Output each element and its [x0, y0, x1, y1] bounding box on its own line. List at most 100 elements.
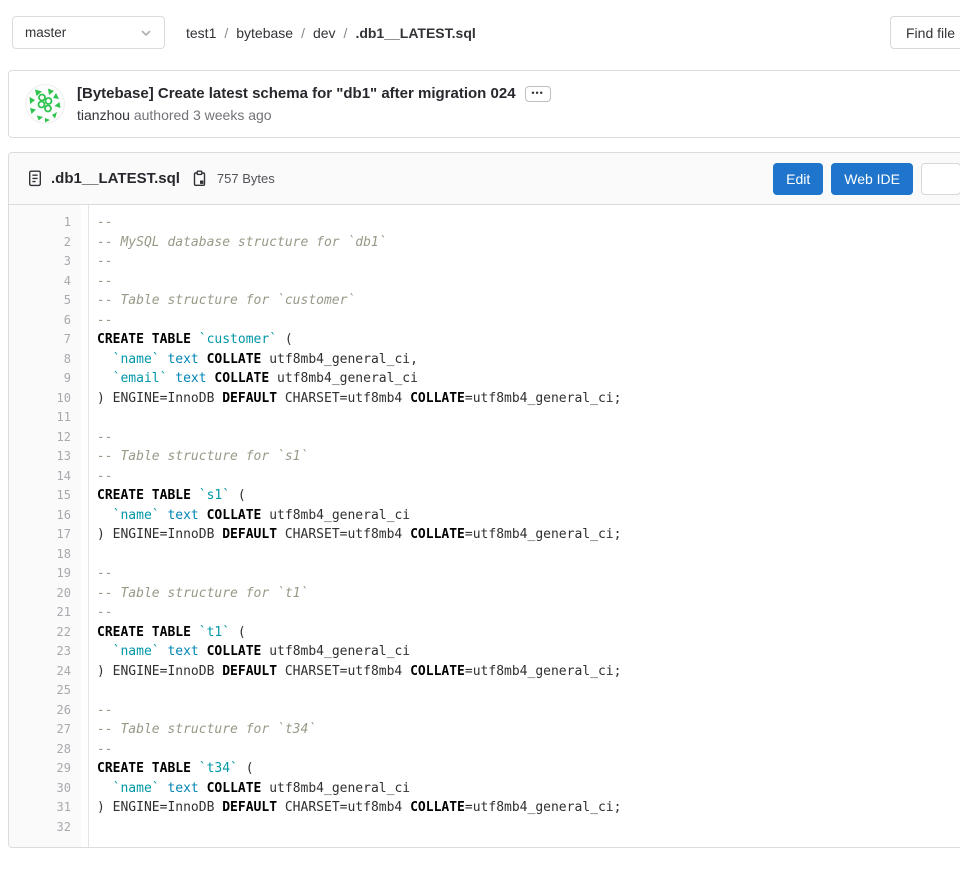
- code-line: `name` text COLLATE utf8mb4_general_ci: [97, 506, 960, 526]
- code-token: CREATE TABLE: [97, 488, 191, 503]
- code-token: (: [277, 332, 293, 347]
- line-number[interactable]: 1: [9, 213, 81, 233]
- code-token: COLLATE: [410, 391, 465, 406]
- code-token: (: [238, 761, 254, 776]
- code-token: `t1`: [199, 625, 230, 640]
- line-number[interactable]: 31: [9, 798, 81, 818]
- line-number[interactable]: 30: [9, 779, 81, 799]
- code-viewer: 1234567891011121314151617181920212223242…: [9, 205, 960, 847]
- line-number[interactable]: 15: [9, 486, 81, 506]
- line-number[interactable]: 8: [9, 350, 81, 370]
- commit-title: [Bytebase] Create latest schema for "db1…: [77, 85, 516, 102]
- line-number[interactable]: 3: [9, 252, 81, 272]
- breadcrumb-separator: /: [301, 25, 305, 41]
- code-line: --: [97, 252, 960, 272]
- code-line: --: [97, 603, 960, 623]
- line-number[interactable]: 5: [9, 291, 81, 311]
- line-number[interactable]: 20: [9, 584, 81, 604]
- code-token: [97, 644, 113, 659]
- code-token: =utf8mb4_general_ci;: [465, 527, 622, 542]
- find-file-button[interactable]: Find file: [890, 16, 960, 49]
- code-line: ) ENGINE=InnoDB DEFAULT CHARSET=utf8mb4 …: [97, 798, 960, 818]
- more-actions-button[interactable]: [921, 163, 960, 195]
- code-token: COLLATE: [207, 644, 262, 659]
- line-number[interactable]: 24: [9, 662, 81, 682]
- code-token: text: [167, 352, 198, 367]
- line-number[interactable]: 9: [9, 369, 81, 389]
- file-size: 757 Bytes: [217, 171, 275, 186]
- line-number[interactable]: 32: [9, 818, 81, 838]
- file-nav-bar: master test1/bytebase/dev/.db1__LATEST.s…: [0, 0, 960, 49]
- code-token: COLLATE: [207, 781, 262, 796]
- code-token: utf8mb4_general_ci: [261, 644, 410, 659]
- commit-authored-text: authored 3 weeks ago: [130, 107, 272, 123]
- commit-meta: tianzhou authored 3 weeks ago: [77, 107, 551, 123]
- line-number[interactable]: 28: [9, 740, 81, 760]
- line-number[interactable]: 29: [9, 759, 81, 779]
- avatar: [25, 84, 65, 124]
- branch-selector[interactable]: master: [12, 16, 165, 49]
- line-number[interactable]: 16: [9, 506, 81, 526]
- code-token: [97, 781, 113, 796]
- code-token: CHARSET=utf8mb4: [277, 800, 410, 815]
- code-token: `name`: [113, 781, 160, 796]
- line-number[interactable]: 25: [9, 681, 81, 701]
- clipboard-icon: [192, 170, 207, 187]
- code-token: --: [97, 469, 113, 484]
- line-number[interactable]: 22: [9, 623, 81, 643]
- line-number[interactable]: 19: [9, 564, 81, 584]
- code-token: utf8mb4_general_ci: [261, 781, 410, 796]
- line-number[interactable]: 14: [9, 467, 81, 487]
- code-token: --: [97, 566, 113, 581]
- code-line: [97, 818, 960, 838]
- breadcrumb-item[interactable]: test1: [186, 25, 216, 41]
- code-token: --: [97, 254, 113, 269]
- commit-author[interactable]: tianzhou: [77, 107, 130, 123]
- edit-button[interactable]: Edit: [773, 163, 823, 195]
- code-token: --: [97, 313, 113, 328]
- breadcrumb-item[interactable]: dev: [313, 25, 336, 41]
- code-token: CREATE TABLE: [97, 625, 191, 640]
- line-number[interactable]: 12: [9, 428, 81, 448]
- line-number[interactable]: 6: [9, 311, 81, 331]
- code-line: `name` text COLLATE utf8mb4_general_ci,: [97, 350, 960, 370]
- code-token: CREATE TABLE: [97, 332, 191, 347]
- code-token: COLLATE: [410, 664, 465, 679]
- code-line: ) ENGINE=InnoDB DEFAULT CHARSET=utf8mb4 …: [97, 662, 960, 682]
- code-token: CHARSET=utf8mb4: [277, 391, 410, 406]
- commit-expander-button[interactable]: •••: [525, 86, 551, 102]
- code-token: [199, 781, 207, 796]
- code-token: ) ENGINE=InnoDB: [97, 664, 222, 679]
- line-number[interactable]: 2: [9, 233, 81, 253]
- code-line: --: [97, 467, 960, 487]
- breadcrumb-item[interactable]: bytebase: [236, 25, 293, 41]
- last-commit-box: [Bytebase] Create latest schema for "db1…: [8, 70, 960, 138]
- code-token: [191, 625, 199, 640]
- line-number[interactable]: 17: [9, 525, 81, 545]
- line-number[interactable]: 11: [9, 408, 81, 428]
- document-icon: [27, 170, 43, 187]
- code-token: utf8mb4_general_ci,: [261, 352, 418, 367]
- breadcrumb-separator: /: [344, 25, 348, 41]
- line-number[interactable]: 23: [9, 642, 81, 662]
- code-line: -- Table structure for `customer`: [97, 291, 960, 311]
- line-number[interactable]: 26: [9, 701, 81, 721]
- line-number[interactable]: 10: [9, 389, 81, 409]
- code-token: CREATE TABLE: [97, 761, 191, 776]
- line-number[interactable]: 13: [9, 447, 81, 467]
- code-token: CHARSET=utf8mb4: [277, 527, 410, 542]
- web-ide-button[interactable]: Web IDE: [831, 163, 913, 195]
- code-token: ) ENGINE=InnoDB: [97, 527, 222, 542]
- line-number[interactable]: 21: [9, 603, 81, 623]
- line-number[interactable]: 4: [9, 272, 81, 292]
- code-token: [97, 508, 113, 523]
- line-number[interactable]: 27: [9, 720, 81, 740]
- code-token: DEFAULT: [222, 391, 277, 406]
- copy-file-path-button[interactable]: [192, 170, 207, 187]
- code-token: [199, 508, 207, 523]
- code-token: [191, 761, 199, 776]
- file-header: .db1__LATEST.sql 757 Bytes Edit Web IDE: [9, 153, 960, 205]
- line-number[interactable]: 7: [9, 330, 81, 350]
- code-token: COLLATE: [207, 352, 262, 367]
- line-number[interactable]: 18: [9, 545, 81, 565]
